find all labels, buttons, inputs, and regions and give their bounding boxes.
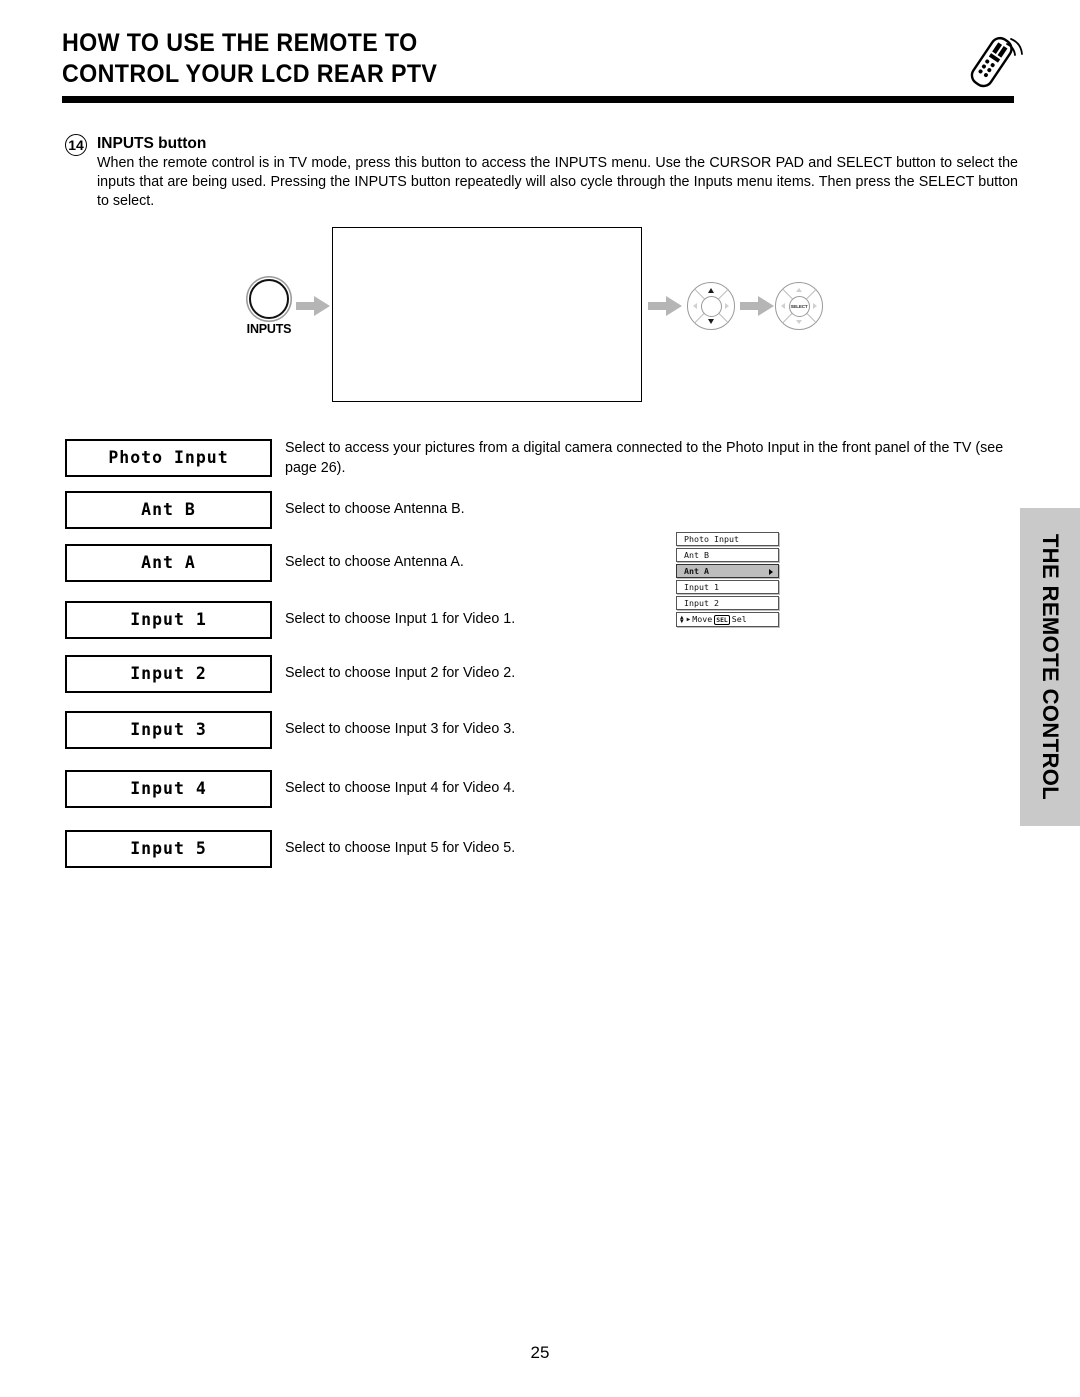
page-title-line-1: HOW TO USE THE REMOTE TO [62,29,418,57]
flow-arrow-3-icon [740,296,774,316]
cursor-up-arrow-icon[interactable] [796,288,802,292]
cursor-pad[interactable] [687,282,735,330]
page-title-line-2: CONTROL YOUR LCD REAR PTV [62,60,438,88]
flow-arrow-1-icon [296,296,330,316]
option-description: Select to choose Input 4 for Video 4. [285,780,516,796]
flow-arrow-2-icon [648,296,682,316]
option-button-input-2[interactable]: Input 2 [65,655,272,693]
section-body-text: When the remote control is in TV mode, p… [97,154,1018,212]
option-description: Select to access your pictures from a di… [285,440,1004,476]
osd-item-input-1[interactable]: Input 1 [676,580,779,594]
pad-spoke [799,305,817,324]
page-number: 25 [530,1343,550,1362]
option-description: Select to choose Input 1 for Video 1. [285,611,516,627]
cursor-left-arrow-icon[interactable] [781,303,785,309]
cursor-up-arrow-icon[interactable] [707,288,714,293]
inputs-button-circle [249,279,289,319]
option-description: Select to choose Input 3 for Video 3. [285,721,516,737]
pad-spoke [694,305,712,324]
section-paragraph: When the remote control is in TV mode, p… [97,155,1018,210]
tv-screen-frame: Photo Input Ant B Ant A Input 1 Input 2 … [332,227,779,627]
cursor-down-arrow-icon[interactable] [796,320,802,324]
option-button-ant-b[interactable]: Ant B [65,491,272,529]
page-header: HOW TO USE THE REMOTE TO CONTROL YOUR LC… [62,28,1018,90]
cursor-right-arrow-icon[interactable] [725,303,729,309]
pad-spoke [694,288,712,307]
inputs-button-illustration: INPUTS [243,279,295,336]
pad-spoke [711,305,729,324]
pad-spoke [799,288,817,307]
pad-spoke [711,288,729,307]
option-description: Select to choose Antenna A. [285,554,464,570]
cursor-right-arrow-icon[interactable] [813,303,817,309]
option-button-input-5[interactable]: Input 5 [65,830,272,868]
chapter-side-tab: THE REMOTE CONTROL [1020,508,1080,826]
cursor-pad-center[interactable] [700,295,722,317]
chapter-side-tab-label: THE REMOTE CONTROL [1038,533,1063,801]
option-button-input-3[interactable]: Input 3 [65,711,272,749]
remote-control-icon [955,24,1027,96]
cursor-down-arrow-icon[interactable] [707,319,714,324]
osd-item-photo-input[interactable]: Photo Input [676,532,779,546]
section-heading: INPUTS button [97,135,207,152]
select-button[interactable]: SELECT [788,295,810,317]
option-description: Select to choose Input 5 for Video 5. [285,840,516,856]
osd-item-label: Input 2 [684,598,719,608]
option-button-photo-input[interactable]: Photo Input [65,439,272,477]
option-button-ant-a[interactable]: Ant A [65,544,272,582]
pad-spoke [782,288,800,307]
option-description: Select to choose Antenna B. [285,501,465,517]
cursor-left-arrow-icon[interactable] [693,303,697,309]
osd-item-label: Input 1 [684,582,719,592]
inputs-button-label: INPUTS [246,322,292,336]
section-number-badge: 14 [65,134,87,156]
osd-item-input-2[interactable]: Input 2 [676,596,779,610]
option-button-input-1[interactable]: Input 1 [65,601,272,639]
pad-spoke [782,305,800,324]
osd-item-label: Photo Input [684,534,739,544]
select-button-pad[interactable]: SELECT [775,282,823,330]
header-divider [62,96,1014,103]
option-button-input-4[interactable]: Input 4 [65,770,272,808]
option-description: Select to choose Input 2 for Video 2. [285,665,516,681]
